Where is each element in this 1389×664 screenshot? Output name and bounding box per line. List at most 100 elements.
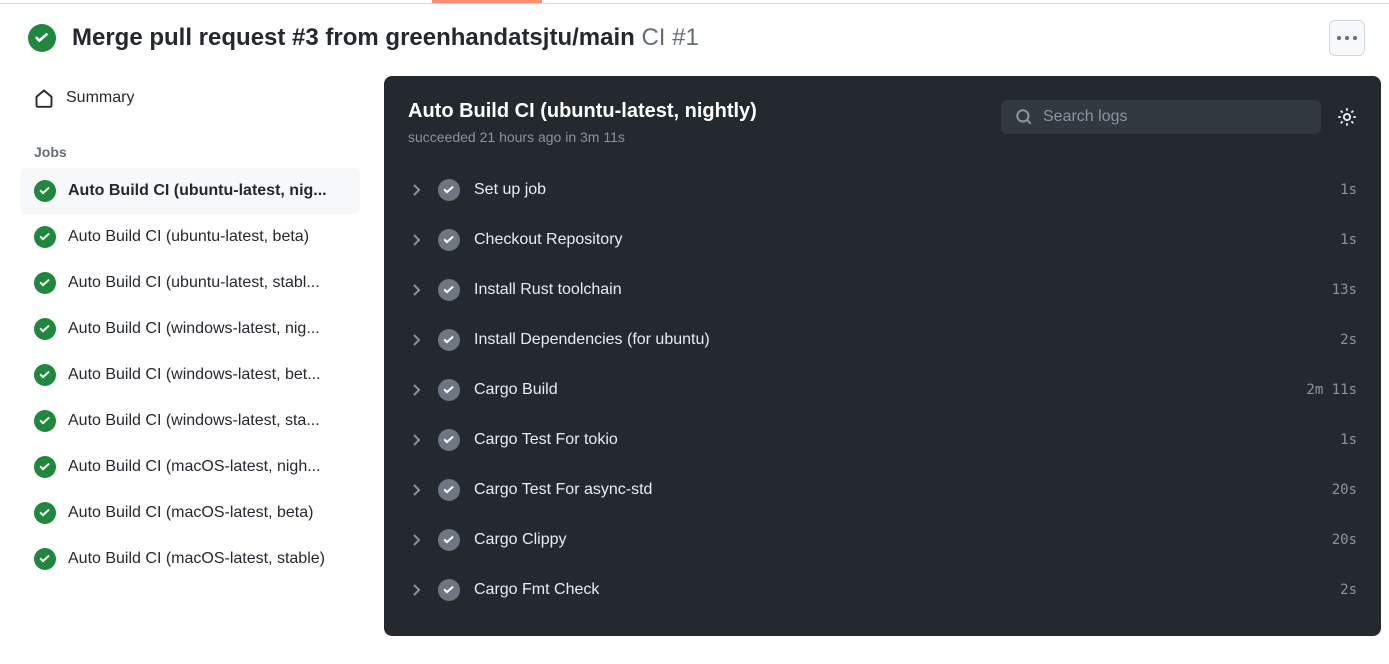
job-label: Auto Build CI (windows-latest, nig... <box>68 320 320 338</box>
job-label: Auto Build CI (macOS-latest, stable) <box>68 550 325 568</box>
content-panel: Auto Build CI (ubuntu-latest, nightly) s… <box>384 76 1381 636</box>
step-item[interactable]: Cargo Clippy 20s <box>408 515 1357 565</box>
chevron-right-icon <box>408 582 424 598</box>
content-header: Auto Build CI (ubuntu-latest, nightly) s… <box>384 100 1381 165</box>
success-check-icon <box>34 456 56 478</box>
chevron-right-icon <box>408 232 424 248</box>
sidebar-job-item[interactable]: Auto Build CI (macOS-latest, nigh... <box>20 444 360 490</box>
jobs-section-label: Jobs <box>20 120 360 168</box>
chevron-right-icon <box>408 432 424 448</box>
chevron-right-icon <box>408 282 424 298</box>
step-name: Cargo Fmt Check <box>474 581 1326 599</box>
job-label: Auto Build CI (ubuntu-latest, nig... <box>68 182 327 200</box>
job-label: Auto Build CI (windows-latest, bet... <box>68 366 321 384</box>
top-border <box>0 0 1389 3</box>
home-icon <box>34 88 54 108</box>
job-label: Auto Build CI (windows-latest, sta... <box>68 412 320 430</box>
job-label: Auto Build CI (macOS-latest, nigh... <box>68 458 321 476</box>
success-check-icon <box>438 479 460 501</box>
success-check-icon <box>34 318 56 340</box>
sidebar: Summary Jobs Auto Build CI (ubuntu-lates… <box>20 76 360 636</box>
chevron-right-icon <box>408 382 424 398</box>
step-name: Cargo Test For async-std <box>474 481 1318 499</box>
step-duration: 20s <box>1332 482 1357 498</box>
step-duration: 13s <box>1332 282 1357 298</box>
success-check-icon <box>34 180 56 202</box>
sidebar-job-item[interactable]: Auto Build CI (ubuntu-latest, stabl... <box>20 260 360 306</box>
steps-list: Set up job 1s Checkout Repository 1s Ins… <box>384 165 1381 615</box>
success-check-icon <box>34 226 56 248</box>
step-name: Cargo Clippy <box>474 531 1318 549</box>
success-check-icon <box>34 548 56 570</box>
success-check-icon <box>34 410 56 432</box>
step-duration: 20s <box>1332 532 1357 548</box>
step-name: Cargo Test For tokio <box>474 431 1326 449</box>
kebab-icon <box>1337 36 1357 40</box>
success-check-icon <box>438 529 460 551</box>
search-input[interactable] <box>1043 108 1307 126</box>
success-check-icon <box>34 364 56 386</box>
success-check-icon <box>438 179 460 201</box>
content-header-right <box>1001 100 1357 134</box>
success-check-icon <box>34 502 56 524</box>
chevron-right-icon <box>408 332 424 348</box>
gear-icon[interactable] <box>1337 107 1357 127</box>
step-duration: 1s <box>1340 232 1357 248</box>
step-name: Cargo Build <box>474 381 1292 399</box>
step-duration: 2m 11s <box>1306 382 1357 398</box>
step-duration: 2s <box>1340 332 1357 348</box>
step-item[interactable]: Install Rust toolchain 13s <box>408 265 1357 315</box>
step-name: Set up job <box>474 181 1326 199</box>
success-check-icon <box>438 229 460 251</box>
sidebar-summary-link[interactable]: Summary <box>20 76 360 120</box>
step-name: Checkout Repository <box>474 231 1326 249</box>
success-check-icon <box>438 329 460 351</box>
step-item[interactable]: Set up job 1s <box>408 165 1357 215</box>
sidebar-job-item[interactable]: Auto Build CI (ubuntu-latest, beta) <box>20 214 360 260</box>
job-title-block: Auto Build CI (ubuntu-latest, nightly) s… <box>408 100 757 145</box>
sidebar-job-item[interactable]: Auto Build CI (macOS-latest, stable) <box>20 536 360 582</box>
step-duration: 1s <box>1340 182 1357 198</box>
sidebar-job-item[interactable]: Auto Build CI (windows-latest, sta... <box>20 398 360 444</box>
success-check-icon <box>438 279 460 301</box>
chevron-right-icon <box>408 532 424 548</box>
chevron-right-icon <box>408 182 424 198</box>
job-label: Auto Build CI (ubuntu-latest, stabl... <box>68 274 320 292</box>
main-container: Summary Jobs Auto Build CI (ubuntu-lates… <box>0 76 1389 636</box>
step-item[interactable]: Cargo Build 2m 11s <box>408 365 1357 415</box>
success-check-icon <box>438 379 460 401</box>
summary-label: Summary <box>66 89 134 107</box>
jobs-list: Auto Build CI (ubuntu-latest, nig... Aut… <box>20 168 360 582</box>
success-check-icon <box>438 429 460 451</box>
job-label: Auto Build CI (macOS-latest, beta) <box>68 504 313 522</box>
sidebar-job-item[interactable]: Auto Build CI (macOS-latest, beta) <box>20 490 360 536</box>
success-check-icon <box>34 272 56 294</box>
more-options-button[interactable] <box>1329 20 1365 56</box>
step-duration: 1s <box>1340 432 1357 448</box>
step-name: Install Rust toolchain <box>474 281 1318 299</box>
step-item[interactable]: Cargo Test For tokio 1s <box>408 415 1357 465</box>
header-left: Merge pull request #3 from greenhandatsj… <box>28 24 699 52</box>
success-check-icon <box>438 579 460 601</box>
step-item[interactable]: Checkout Repository 1s <box>408 215 1357 265</box>
step-name: Install Dependencies (for ubuntu) <box>474 331 1326 349</box>
title-suffix: CI #1 <box>641 24 698 51</box>
success-check-icon <box>28 24 56 52</box>
sidebar-job-item[interactable]: Auto Build CI (ubuntu-latest, nig... <box>20 168 360 214</box>
job-label: Auto Build CI (ubuntu-latest, beta) <box>68 228 309 246</box>
chevron-right-icon <box>408 482 424 498</box>
page-title: Merge pull request #3 from greenhandatsj… <box>72 24 699 52</box>
sidebar-job-item[interactable]: Auto Build CI (windows-latest, nig... <box>20 306 360 352</box>
step-item[interactable]: Install Dependencies (for ubuntu) 2s <box>408 315 1357 365</box>
step-duration: 2s <box>1340 582 1357 598</box>
search-icon <box>1015 108 1033 126</box>
search-box[interactable] <box>1001 100 1321 134</box>
sidebar-job-item[interactable]: Auto Build CI (windows-latest, bet... <box>20 352 360 398</box>
page-header: Merge pull request #3 from greenhandatsj… <box>0 3 1389 76</box>
job-title: Auto Build CI (ubuntu-latest, nightly) <box>408 100 757 123</box>
step-item[interactable]: Cargo Fmt Check 2s <box>408 565 1357 615</box>
title-main: Merge pull request #3 from greenhandatsj… <box>72 24 635 51</box>
top-border-accent <box>432 0 542 3</box>
step-item[interactable]: Cargo Test For async-std 20s <box>408 465 1357 515</box>
job-subtitle: succeeded 21 hours ago in 3m 11s <box>408 129 757 145</box>
